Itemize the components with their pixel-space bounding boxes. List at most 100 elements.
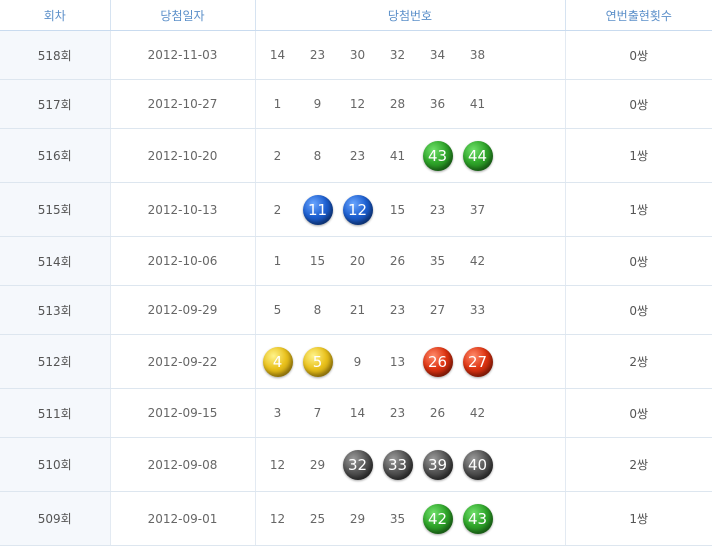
round-cell: 512회	[0, 334, 111, 389]
round-cell: 509회	[0, 491, 111, 546]
numbers-cell: 5 8 21 23 27 33	[255, 285, 566, 335]
number-slot: 41	[378, 149, 418, 163]
numbers-group: 5 8 21 23 27 33	[256, 303, 565, 317]
numbers-cell: 14 23 30 32 34 38	[255, 30, 566, 80]
date-cell: 2012-09-08	[110, 437, 256, 492]
number-ball-gray: 39	[422, 449, 453, 480]
number-text: 8	[313, 148, 322, 163]
number-text: 36	[429, 97, 446, 111]
consecutive-count-cell: 0쌍	[565, 236, 712, 286]
consecutive-count-cell: 0쌍	[565, 30, 712, 80]
number-slot: 29	[298, 458, 338, 472]
number-slot: 42	[418, 503, 458, 534]
lotto-history-table: 회차 당첨일자 당첨번호 연번출현횟수 518회 2012-11-03 14 23 30…	[0, 0, 712, 546]
table-row: 512회 2012-09-22 4 5 9 13 26 27 2쌍	[0, 334, 712, 389]
consecutive-count-cell: 0쌍	[565, 388, 712, 438]
number-slot: 2	[258, 203, 298, 217]
number-text: 23	[429, 202, 446, 217]
round-cell: 516회	[0, 128, 111, 183]
numbers-cell: 2 8 23 41 43 44	[255, 128, 566, 183]
number-slot: 21	[338, 303, 378, 317]
number-slot: 7	[298, 406, 338, 420]
number-text: 27	[429, 303, 446, 317]
number-ball-red: 26	[422, 346, 453, 377]
table-row: 517회 2012-10-27 1 9 12 28 36 41 0쌍	[0, 79, 712, 129]
number-text: 3	[273, 406, 282, 420]
date-cell: 2012-09-01	[110, 491, 256, 546]
consecutive-count-cell: 1쌍	[565, 182, 712, 237]
table-row: 511회 2012-09-15 3 7 14 23 26 42 0쌍	[0, 388, 712, 438]
header-round: 회차	[0, 0, 111, 31]
number-text: 33	[469, 303, 486, 317]
number-slot: 32	[378, 48, 418, 62]
round-cell: 514회	[0, 236, 111, 286]
number-text: 42	[469, 254, 486, 268]
table-row: 518회 2012-11-03 14 23 30 32 34 38 0쌍	[0, 30, 712, 80]
numbers-group: 12 25 29 35 42 43	[256, 503, 565, 534]
number-text: 25	[309, 511, 326, 526]
date-cell: 2012-10-27	[110, 79, 256, 129]
numbers-group: 3 7 14 23 26 42	[256, 406, 565, 420]
round-cell: 511회	[0, 388, 111, 438]
number-ball-green: 42	[422, 503, 453, 534]
number-slot: 15	[378, 203, 418, 217]
number-text: 15	[309, 254, 326, 268]
number-slot: 40	[458, 449, 498, 480]
number-slot: 26	[418, 346, 458, 377]
number-slot: 34	[418, 48, 458, 62]
header-row: 회차 당첨일자 당첨번호 연번출현횟수	[0, 0, 712, 31]
number-slot: 44	[458, 140, 498, 171]
number-slot: 3	[258, 406, 298, 420]
number-text: 15	[389, 202, 406, 217]
number-text: 5	[273, 303, 282, 317]
number-ball-gray: 33	[382, 449, 413, 480]
number-slot: 1	[258, 254, 298, 268]
number-slot: 42	[458, 254, 498, 268]
number-slot: 26	[378, 254, 418, 268]
number-slot: 26	[418, 406, 458, 420]
number-text: 26	[429, 406, 446, 420]
number-text: 29	[309, 457, 326, 472]
number-slot: 11	[298, 194, 338, 225]
numbers-group: 2 11 12 15 23 37	[256, 194, 565, 225]
number-text: 30	[349, 48, 366, 62]
numbers-cell: 12 29 32 33 39 40	[255, 437, 566, 492]
consecutive-count-cell: 0쌍	[565, 79, 712, 129]
number-slot: 8	[298, 149, 338, 163]
number-slot: 33	[458, 303, 498, 317]
numbers-cell: 1 9 12 28 36 41	[255, 79, 566, 129]
numbers-group: 12 29 32 33 39 40	[256, 449, 565, 480]
number-slot: 12	[338, 194, 378, 225]
numbers-group: 14 23 30 32 34 38	[256, 48, 565, 62]
numbers-cell: 4 5 9 13 26 27	[255, 334, 566, 389]
number-ball-blue: 12	[342, 194, 373, 225]
number-slot: 9	[298, 97, 338, 111]
number-text: 37	[469, 202, 486, 217]
consecutive-count-cell: 2쌍	[565, 437, 712, 492]
number-text: 7	[313, 406, 322, 420]
number-slot: 5	[298, 346, 338, 377]
number-ball-green: 44	[462, 140, 493, 171]
number-text: 14	[349, 406, 366, 420]
number-slot: 25	[298, 512, 338, 526]
number-slot: 23	[378, 406, 418, 420]
number-text: 12	[269, 457, 286, 472]
number-ball-green: 43	[462, 503, 493, 534]
number-slot: 30	[338, 48, 378, 62]
number-text: 14	[269, 48, 286, 62]
date-cell: 2012-09-22	[110, 334, 256, 389]
number-text: 42	[469, 406, 486, 420]
number-ball-yellow: 4	[262, 346, 293, 377]
number-slot: 14	[338, 406, 378, 420]
consecutive-count-cell: 1쌍	[565, 128, 712, 183]
number-slot: 41	[458, 97, 498, 111]
number-ball-blue: 11	[302, 194, 333, 225]
number-slot: 23	[338, 149, 378, 163]
number-text: 20	[349, 254, 366, 268]
header-date: 당첨일자	[110, 0, 256, 31]
header-numbers: 당첨번호	[255, 0, 566, 31]
number-slot: 29	[338, 512, 378, 526]
date-cell: 2012-10-13	[110, 182, 256, 237]
number-text: 41	[469, 97, 486, 111]
number-text: 34	[429, 48, 446, 62]
